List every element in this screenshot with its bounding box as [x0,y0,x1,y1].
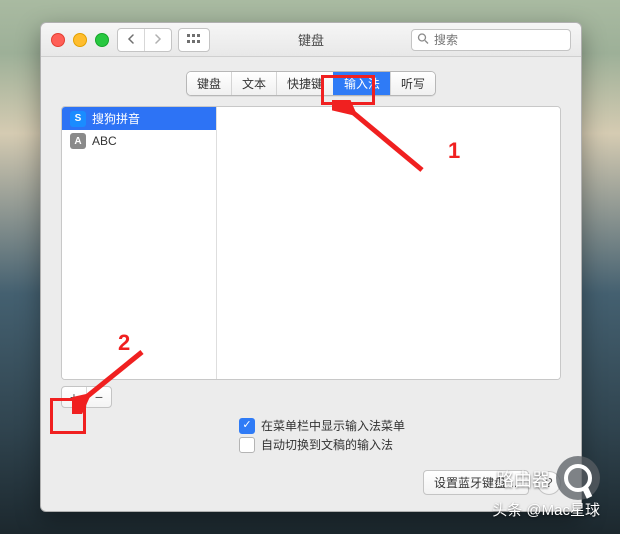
input-source-item[interactable]: S 搜狗拼音 [62,107,216,130]
remove-button[interactable]: − [86,387,111,407]
zoom-button[interactable] [95,33,109,47]
chevron-right-icon [154,32,162,47]
back-button[interactable] [118,29,144,51]
search-input[interactable] [411,29,571,51]
nav-group [117,28,172,52]
body-area: S 搜狗拼音 A ABC + − ✓ [41,106,581,511]
chevron-left-icon [127,32,135,47]
forward-button[interactable] [144,29,171,51]
abc-icon: A [70,133,86,149]
tab-keyboard[interactable]: 键盘 [187,72,231,95]
traffic-lights [51,33,109,47]
tab-text[interactable]: 文本 [231,72,276,95]
show-all-button[interactable] [178,28,210,52]
tab-input-sources[interactable]: 输入法 [333,72,390,95]
tab-dictation[interactable]: 听写 [390,72,435,95]
detail-pane [217,107,560,379]
checkbox-checked-icon[interactable]: ✓ [239,418,255,434]
add-button[interactable]: + [62,387,86,407]
tab-group: 键盘 文本 快捷键 输入法 听写 [186,71,436,96]
input-source-label: 搜狗拼音 [92,110,140,127]
preferences-window: 键盘 键盘 文本 快捷键 输入法 听写 S [40,22,582,512]
watermark-logo [556,456,600,500]
checkbox-unchecked-icon[interactable] [239,437,255,453]
option-auto-switch[interactable]: 自动切换到文稿的输入法 [239,435,561,454]
panes: S 搜狗拼音 A ABC [61,106,561,380]
options-section: ✓ 在菜单栏中显示输入法菜单 自动切换到文稿的输入法 [239,416,561,454]
minimize-button[interactable] [73,33,87,47]
tabs-row: 键盘 文本 快捷键 输入法 听写 [41,57,581,106]
watermark-byline: 头条 @Mac星球 [492,499,600,520]
magnifier-icon [564,464,592,492]
add-remove-group: + − [61,386,112,408]
option-label: 在菜单栏中显示输入法菜单 [261,417,405,434]
option-label: 自动切换到文稿的输入法 [261,436,393,453]
watermark-brand: 路由器 [496,466,550,492]
tab-shortcuts[interactable]: 快捷键 [276,72,333,95]
option-show-menu[interactable]: ✓ 在菜单栏中显示输入法菜单 [239,416,561,435]
close-button[interactable] [51,33,65,47]
input-source-item[interactable]: A ABC [62,130,216,152]
input-source-label: ABC [92,134,117,148]
grid-icon [187,32,201,47]
search-wrap [411,29,571,51]
sogou-icon: S [70,111,86,127]
add-remove-row: + − [61,386,561,408]
titlebar: 键盘 [41,23,581,57]
bottom-row: 设置蓝牙键盘… ? [61,470,561,495]
input-source-list[interactable]: S 搜狗拼音 A ABC [62,107,217,379]
